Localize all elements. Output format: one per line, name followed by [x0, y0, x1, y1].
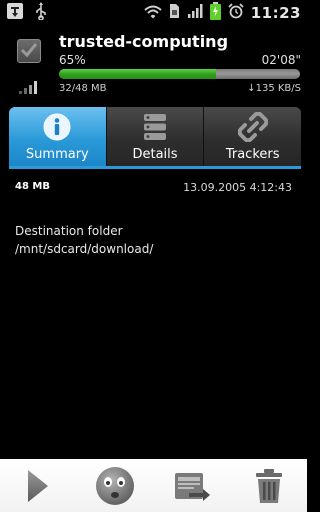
destination-folder-label: Destination folder: [15, 224, 123, 238]
tab-bar: Summary Details Trackers: [9, 107, 301, 166]
battery-charging-icon: [209, 2, 221, 24]
destination-folder-path: /mnt/sdcard/download/: [15, 242, 154, 256]
torrent-percent: 65%: [59, 53, 86, 67]
checkmark-icon: [20, 43, 38, 58]
tab-underline: [9, 166, 301, 169]
move-button[interactable]: [167, 462, 217, 510]
peer-signal-icon: [19, 79, 39, 98]
summary-date: 13.09.2005 4:12:43: [183, 181, 292, 194]
app-badge-icon: [6, 2, 24, 24]
trash-icon: [255, 468, 282, 503]
play-icon: [28, 469, 49, 502]
info-icon: [42, 112, 72, 146]
usb-icon: [34, 2, 48, 24]
sim-icon: [169, 3, 180, 23]
bottom-toolbar: [0, 459, 307, 512]
signal-bars-icon: [187, 3, 203, 23]
alarm-icon: [228, 3, 244, 23]
torrent-checkbox[interactable]: [17, 39, 41, 63]
tab-summary-label: Summary: [25, 147, 89, 162]
list-icon: [141, 112, 169, 146]
summary-size: 48 MB: [15, 181, 50, 192]
link-icon: [237, 111, 269, 146]
tab-summary[interactable]: Summary: [9, 107, 106, 166]
tab-trackers[interactable]: Trackers: [203, 107, 301, 166]
move-file-icon: [174, 472, 210, 501]
torrent-size: 32/48 MB: [59, 83, 107, 94]
progress-fill: [59, 69, 216, 79]
tab-details-label: Details: [132, 147, 178, 162]
tab-details[interactable]: Details: [105, 107, 204, 166]
sad-face-icon: [96, 466, 135, 505]
torrent-name: trusted-computing: [59, 32, 229, 51]
status-bar: 11:23: [0, 0, 307, 25]
torrent-header: trusted-computing 65% 02'08" 32/48 MB ↓1…: [0, 25, 307, 100]
resume-button[interactable]: [13, 462, 63, 510]
status-time: 11:23: [250, 4, 301, 22]
wifi-icon: [144, 4, 162, 23]
report-button[interactable]: [90, 462, 140, 510]
progress-bar: [59, 69, 300, 79]
tab-trackers-label: Trackers: [225, 147, 280, 162]
delete-button[interactable]: [244, 462, 294, 510]
torrent-eta: 02'08": [261, 53, 301, 67]
torrent-speed: ↓135 KB/S: [247, 83, 301, 94]
